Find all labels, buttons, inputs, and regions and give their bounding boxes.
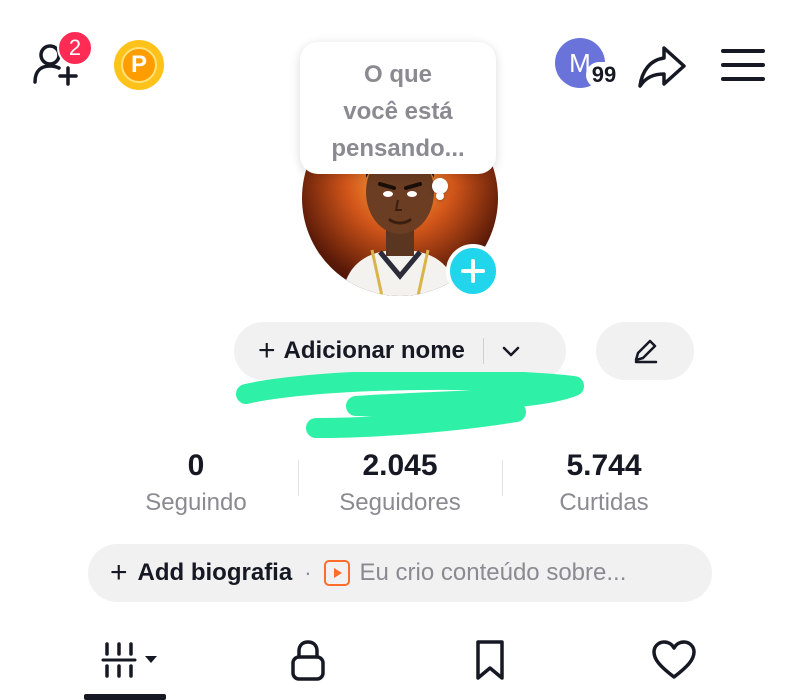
bio-separator: · xyxy=(304,560,312,585)
hamburger-menu-icon xyxy=(721,49,765,81)
stat-label: Seguindo xyxy=(145,489,247,516)
coin-icon: P xyxy=(121,47,157,83)
stat-value: 5.744 xyxy=(566,449,642,482)
bookmark-icon xyxy=(476,640,504,680)
lock-icon xyxy=(291,640,325,681)
stat-value: 0 xyxy=(187,449,205,482)
heart-icon xyxy=(652,640,696,679)
grid-icon xyxy=(101,642,157,678)
active-tab-indicator xyxy=(84,694,166,700)
share-button[interactable] xyxy=(636,40,688,92)
stat-divider xyxy=(298,460,299,496)
play-icon xyxy=(323,560,350,586)
add-bio-button[interactable]: + Add biografia · Eu crio conteúdo sobre… xyxy=(88,544,712,602)
pencil-icon xyxy=(634,339,658,364)
stat-value: 2.045 xyxy=(362,449,438,482)
add-name-label: Adicionar nome xyxy=(283,337,465,364)
tab-saved[interactable] xyxy=(460,632,520,688)
stat-label: Seguidores xyxy=(339,489,461,516)
bubble-line-2: você está xyxy=(343,98,453,125)
plus-icon: + xyxy=(110,556,128,589)
add-bio-label: Add biografia xyxy=(137,559,293,586)
plus-icon xyxy=(461,259,485,283)
chevron-down-icon[interactable] xyxy=(500,340,522,362)
tab-private[interactable] xyxy=(278,632,338,688)
account-badge: 99 xyxy=(586,62,622,88)
bubble-tail-dot-small xyxy=(436,192,444,200)
plus-icon: + xyxy=(258,334,276,367)
stat-likes[interactable]: 5.744 Curtidas xyxy=(504,448,704,520)
bubble-line-1: O que xyxy=(363,61,432,88)
stat-following[interactable]: 0 Seguindo xyxy=(96,448,296,520)
menu-button[interactable] xyxy=(718,42,768,88)
bio-hint: Eu crio conteúdo sobre... xyxy=(359,559,627,586)
bubble-line-3: pensando... xyxy=(331,135,465,162)
share-icon xyxy=(638,46,686,88)
tab-liked[interactable] xyxy=(644,632,704,688)
stat-divider xyxy=(502,460,503,496)
coin-button[interactable]: P xyxy=(114,40,164,90)
edit-profile-button[interactable] xyxy=(596,322,694,380)
divider xyxy=(482,338,484,364)
status-thought-bubble[interactable]: O que você está pensando... xyxy=(300,42,496,174)
tab-videos[interactable] xyxy=(96,632,166,688)
stat-label: Curtidas xyxy=(559,489,649,516)
add-story-button[interactable] xyxy=(446,244,500,298)
stat-followers[interactable]: 2.045 Seguidores xyxy=(300,448,500,520)
redaction-scribble xyxy=(236,372,584,438)
friend-requests-badge: 2 xyxy=(57,30,93,66)
